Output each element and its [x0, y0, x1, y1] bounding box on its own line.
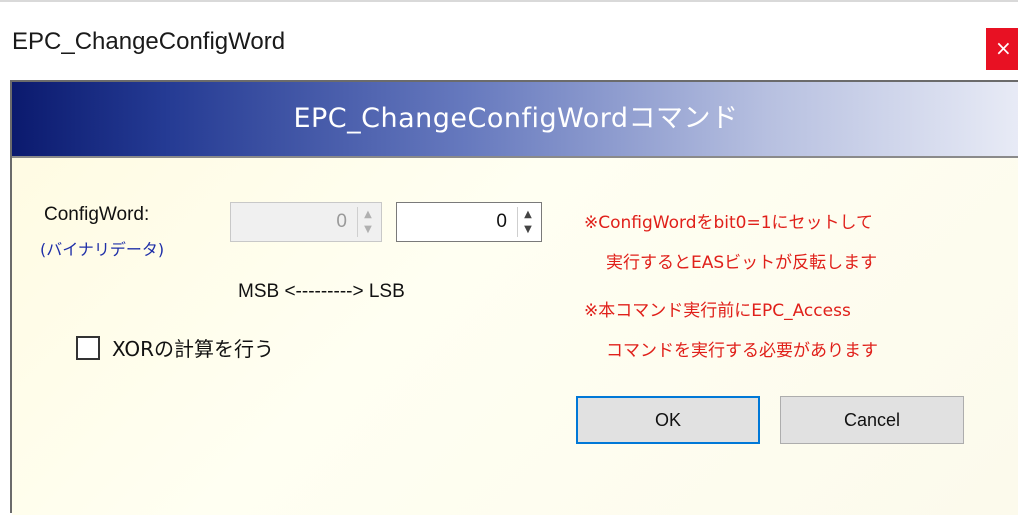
lsb-spin-down-icon[interactable]: ▼	[518, 222, 538, 237]
note2-line1: ※本コマンド実行前にEPC_Access	[584, 301, 851, 321]
cancel-button[interactable]: Cancel	[780, 396, 964, 444]
lsb-spinner[interactable]: 0 ▲ ▼	[396, 202, 542, 242]
xor-checkbox[interactable]	[76, 336, 100, 360]
xor-checkbox-label[interactable]: XORの計算を行う	[112, 333, 274, 362]
binary-data-label: (バイナリデータ)	[40, 240, 165, 259]
msb-lsb-label: MSB <---------> LSB	[238, 281, 405, 302]
note2-line2: コマンドを実行する必要があります	[606, 341, 878, 361]
note1-line1: ※ConfigWordをbit0=1にセットして	[584, 213, 874, 233]
ok-button[interactable]: OK	[576, 396, 760, 444]
dialog-body: ConfigWord: (バイナリデータ) 0 ▲ ▼ 0 ▲ ▼ MSB <-…	[12, 158, 1018, 515]
lsb-spin-buttons: ▲ ▼	[517, 207, 538, 237]
header-banner: EPC_ChangeConfigWordコマンド	[12, 82, 1018, 158]
header-title: EPC_ChangeConfigWordコマンド	[293, 103, 739, 134]
msb-spin-down-icon[interactable]: ▼	[358, 222, 378, 237]
note1-line2: 実行するとEASビットが反転します	[606, 253, 878, 273]
close-button[interactable]: ×	[986, 28, 1018, 70]
msb-spin-buttons: ▲ ▼	[357, 207, 378, 237]
dialog-client-area: EPC_ChangeConfigWordコマンド ConfigWord: (バイ…	[10, 80, 1018, 515]
configword-label: ConfigWord:	[44, 204, 150, 225]
close-icon: ×	[995, 36, 1012, 60]
msb-value: 0	[336, 211, 347, 232]
lsb-value: 0	[496, 211, 507, 232]
msb-spinner[interactable]: 0 ▲ ▼	[230, 202, 382, 242]
window-title: EPC_ChangeConfigWord	[12, 28, 286, 55]
dialog-window: EPC_ChangeConfigWord × EPC_ChangeConfigW…	[0, 0, 1018, 515]
msb-spin-up-icon[interactable]: ▲	[358, 207, 378, 222]
title-bar[interactable]: EPC_ChangeConfigWord ×	[0, 2, 1018, 78]
lsb-spin-up-icon[interactable]: ▲	[518, 207, 538, 222]
